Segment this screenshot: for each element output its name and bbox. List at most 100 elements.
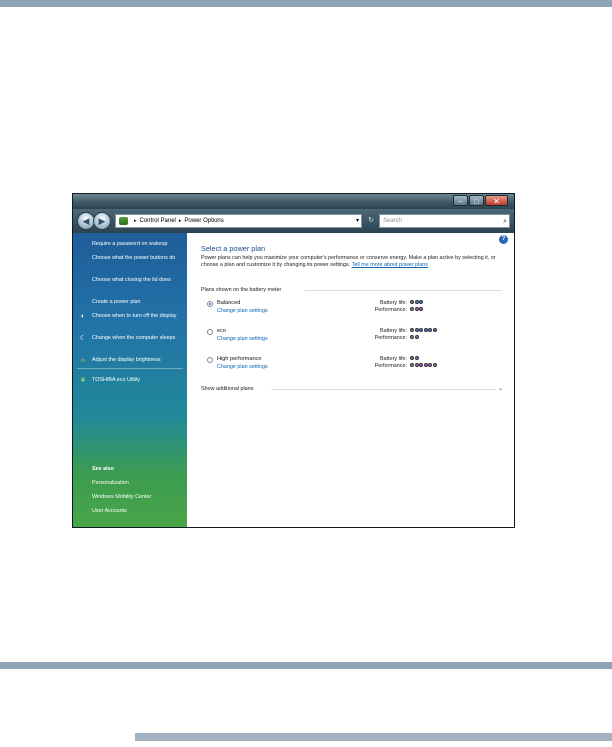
search-icon[interactable]: ⌕ [503,216,507,228]
sidebar-item-display-brightness[interactable]: ☼ Adjust the display brightness [80,357,186,364]
battery-life-meter [410,328,437,334]
sidebar-item-computer-sleeps[interactable]: ☾ Change when the computer sleeps [80,335,186,342]
sun-icon: ☼ [79,357,87,364]
sidebar-item-label: TOSHIBA eco Utility [92,377,141,383]
sidebar-item-turn-off-display[interactable]: ◐ Choose when to turn off the display [81,313,186,320]
breadcrumb-control-panel[interactable]: Control Panel [140,218,176,224]
close-button[interactable]: ✕ [485,195,508,206]
change-plan-settings-link[interactable]: Change plan settings [217,336,268,342]
plan-high-performance: High performance Change plan settings Ba… [207,356,503,376]
sidebar-item-power-buttons[interactable]: Choose what the power buttons do [92,255,186,262]
performance-dot [410,363,414,367]
sidebar-item-closing-lid[interactable]: Choose what closing the lid does [92,277,186,284]
performance-dot [410,335,414,339]
section-divider [305,290,502,291]
sidebar-item-require-password[interactable]: Require a password on wakeup [92,241,186,248]
plan-name[interactable]: Balanced [217,300,240,306]
performance-dot [419,307,423,311]
performance-meter [410,363,437,369]
performance-dot [414,363,419,367]
moon-icon: ☾ [79,335,87,342]
help-icon[interactable]: ? [499,235,508,244]
performance-dot [410,307,414,311]
page-title: Select a power plan [201,244,266,253]
maximize-button[interactable]: □ [469,195,484,206]
battery-life-label: Battery life: [380,300,407,306]
performance-dot [432,363,437,367]
battery-life-dot [414,328,419,332]
performance-dot [419,363,423,367]
performance-label: Performance: [374,363,407,369]
see-also-mobility-center[interactable]: Windows Mobility Center [92,494,186,501]
search-input[interactable]: Search ⌕ [379,214,510,228]
battery-life-dot [414,356,419,360]
search-placeholder: Search [383,218,403,224]
battery-life-label: Battery life: [380,356,407,362]
see-also-heading: See also [92,466,114,472]
performance-label: Performance: [374,335,407,341]
plan-name[interactable]: eco [217,328,226,334]
navigation-bar: ◀ ▶ ▸ Control Panel ▸ Power Options ▾ ↻ … [73,209,514,233]
window-controls: – □ ✕ [453,195,508,206]
title-bar: – □ ✕ [73,194,514,209]
forward-button[interactable]: ▶ [93,212,111,230]
battery-life-dot [419,328,423,332]
performance-dot [414,335,419,339]
breadcrumb-separator-icon: ▸ [178,218,182,224]
sidebar-item-label: Choose when to turn off the display [92,313,177,319]
display-icon: ◐ [80,313,86,320]
battery-life-dot [414,300,419,304]
change-plan-settings-link[interactable]: Change plan settings [217,364,268,370]
performance-meter [410,307,423,313]
change-plan-settings-link[interactable]: Change plan settings [217,308,268,314]
minimize-button[interactable]: – [453,195,468,206]
tell-me-more-link[interactable]: Tell me more about power plans [352,262,428,268]
page-top-bar [0,0,612,7]
main-content: ? Select a power plan Power plans can he… [187,233,514,527]
address-dropdown-icon[interactable]: ▾ [356,217,359,224]
performance-dot [428,363,432,367]
sidebar-item-label: Adjust the display brightness [92,357,161,363]
page-divider-bar [0,662,612,669]
radio-balanced[interactable] [207,301,213,307]
performance-label: Performance: [374,307,407,313]
plan-name[interactable]: High performance [217,356,261,362]
intro-text: Power plans can help you maximize your c… [201,255,497,269]
sidebar-item-toshiba-eco-utility[interactable]: ❦ TOSHIBA eco Utility [80,377,186,384]
sidebar-item-create-plan[interactable]: Create a power plan [92,299,186,306]
control-panel-icon [119,217,128,225]
page-bottom-bar [135,733,612,741]
refresh-icon[interactable]: ↻ [364,215,378,227]
performance-meter [410,335,419,341]
battery-life-dot [423,328,428,332]
battery-life-meter [410,300,423,306]
battery-life-dot [410,300,414,304]
battery-life-dot [428,328,432,332]
battery-life-dot [419,300,423,304]
performance-dot [423,363,428,367]
show-additional-plans-label[interactable]: Show additional plans [201,386,253,392]
battery-life-meter [410,356,419,362]
battery-life-dot [432,328,437,332]
battery-life-label: Battery life: [380,328,407,334]
see-also-user-accounts[interactable]: User Accounts [92,508,186,515]
battery-life-dot [410,328,414,332]
battery-meter-section-label: Plans shown on the battery meter [201,287,282,293]
battery-life-dot [410,356,414,360]
task-pane: Require a password on wakeup Choose what… [73,233,187,527]
address-bar[interactable]: ▸ Control Panel ▸ Power Options ▾ [115,214,362,228]
chevron-down-icon[interactable]: ⌄ [498,385,503,392]
power-options-window: – □ ✕ ◀ ▶ ▸ Control Panel ▸ Power Option… [72,193,515,528]
plan-balanced: Balanced Change plan settings Battery li… [207,300,503,320]
intro-body: Power plans can help you maximize your c… [201,255,496,268]
see-also-personalization[interactable]: Personalization [92,480,186,487]
breadcrumb-separator-icon: ▸ [134,218,137,224]
radio-eco[interactable] [207,329,213,335]
plan-eco: eco Change plan settings Battery life: P… [207,328,503,348]
additional-plans-divider [271,389,496,390]
breadcrumb-power-options[interactable]: Power Options [184,218,223,224]
leaf-icon: ❦ [80,377,86,384]
sidebar-item-label: Change when the computer sleeps [92,335,176,341]
sidebar-divider [77,368,183,369]
radio-high-performance[interactable] [207,357,213,363]
